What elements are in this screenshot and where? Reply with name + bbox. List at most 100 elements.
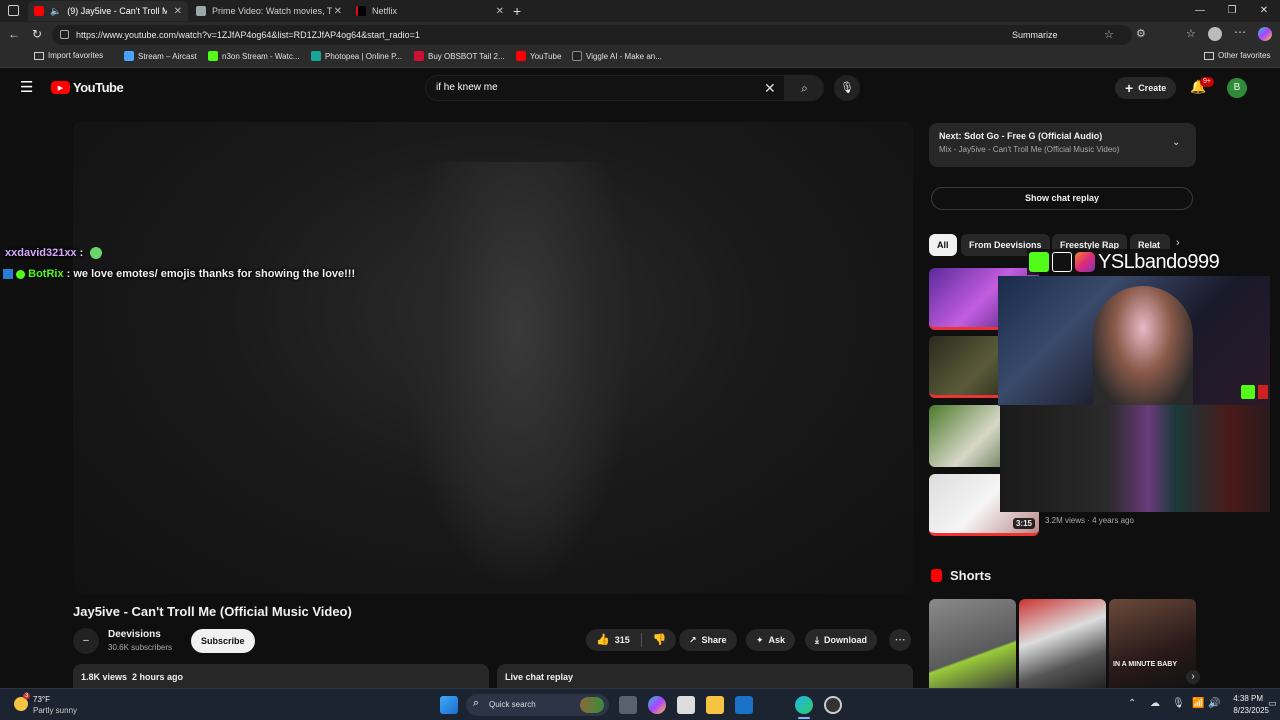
file-explorer-icon[interactable] <box>706 696 724 714</box>
thumbs-up-icon: 👍 <box>596 634 610 646</box>
bookmark-n3on[interactable]: n3on Stream - Watc... <box>208 51 300 61</box>
volume-icon[interactable]: 🔊 <box>1208 698 1220 709</box>
social-handle: YSLbando999 <box>1098 250 1220 273</box>
copilot-icon[interactable] <box>1258 27 1272 41</box>
search-input[interactable]: if he knew me <box>436 76 498 100</box>
subscriber-count: 30.6K subscribers <box>108 643 173 652</box>
favorites-icon[interactable]: ☆ <box>1186 27 1196 40</box>
channel-name[interactable]: Deevisions <box>108 629 161 640</box>
download-button[interactable]: ⤓ Download <box>805 629 877 651</box>
extensions-icon[interactable]: ⚙ <box>1136 27 1146 40</box>
clock-date[interactable]: 8/23/2025 <box>1225 706 1269 715</box>
up-next-panel[interactable]: Next: Sdot Go - Free G (Official Audio) … <box>929 123 1196 167</box>
recommended-meta: 3.2M views · 4 years ago <box>1045 516 1134 525</box>
cloud-icon[interactable]: ☁ <box>1150 698 1160 709</box>
chip-all[interactable]: All <box>929 234 957 256</box>
more-actions-icon[interactable]: ⋯ <box>889 629 911 651</box>
quick-search-box[interactable]: ⌕ Quick search <box>466 694 609 716</box>
video-player[interactable] <box>73 122 913 594</box>
post-time: 2 hours ago <box>132 672 184 682</box>
maximize-icon[interactable]: ❐ <box>1216 0 1248 22</box>
like-count: 315 <box>614 635 630 645</box>
other-favorites[interactable]: Other favorites <box>1204 51 1270 60</box>
minimize-icon[interactable]: — <box>1184 0 1216 22</box>
url-text: https://www.youtube.com/watch?v=1ZJfAP4o… <box>76 30 420 40</box>
menu-dots-icon[interactable]: ⋯ <box>1234 25 1246 39</box>
show-chat-replay-button[interactable]: Show chat replay <box>931 187 1193 210</box>
close-window-icon[interactable]: ✕ <box>1248 0 1280 22</box>
short-thumbnail[interactable]: IN A MINUTE BABY <box>1109 599 1196 688</box>
bookmark-obsbot[interactable]: Buy OBSBOT Tail 2... <box>414 51 505 61</box>
like-button[interactable]: 👍 315 👎 <box>586 629 677 651</box>
create-button[interactable]: + Create <box>1115 77 1177 99</box>
url-field[interactable]: https://www.youtube.com/watch?v=1ZJfAP4o… <box>52 25 1132 45</box>
notification-center-icon[interactable]: ▭ <box>1268 698 1277 709</box>
chat-line: xxdavid321xx : <box>5 247 103 260</box>
tray-overflow-icon[interactable]: ⌃ <box>1128 698 1136 709</box>
youtube-favicon-icon <box>34 6 44 16</box>
close-tab-icon[interactable]: ✕ <box>496 6 504 17</box>
site-info-icon[interactable] <box>60 30 69 39</box>
youtube-logo[interactable]: ▶ YouTube <box>51 80 124 95</box>
bookmark-import[interactable]: Import favorites <box>34 51 103 60</box>
chat-user: BotRix <box>28 268 64 280</box>
ask-button[interactable]: ✦ Ask <box>746 629 796 651</box>
summarize-button[interactable]: Summarize <box>1012 25 1058 45</box>
back-icon[interactable]: ← <box>8 27 20 41</box>
mic-icon[interactable]: 🎙 <box>1172 698 1185 709</box>
bookmark-viggle[interactable]: Viggle AI - Make an... <box>572 51 662 61</box>
shorts-next-icon[interactable]: › <box>1186 670 1200 684</box>
bookmark-aircast[interactable]: Stream – Aircast <box>124 51 197 61</box>
short-thumbnail[interactable] <box>929 599 1016 688</box>
new-tab-icon[interactable]: + <box>513 3 521 19</box>
youtube-play-icon: ▶ <box>51 81 70 94</box>
search-box[interactable]: if he knew me ✕ ⌕ <box>425 75 824 101</box>
task-view-icon[interactable] <box>619 696 637 714</box>
bookmark-label: n3on Stream - Watc... <box>222 51 300 61</box>
bookmark-youtube[interactable]: YouTube <box>516 51 561 61</box>
clock-time[interactable]: 4:38 PM <box>1225 694 1263 703</box>
thumbs-down-icon[interactable]: 👎 <box>653 629 667 651</box>
start-icon[interactable] <box>440 696 458 714</box>
tab-actions-icon[interactable] <box>8 5 19 16</box>
chat-separator: : <box>76 247 84 259</box>
profile-icon[interactable] <box>1208 27 1222 41</box>
tab-netflix[interactable]: Netflix ✕ <box>350 1 510 21</box>
refresh-icon[interactable]: ↻ <box>32 27 42 41</box>
live-chat-replay-bar[interactable]: Live chat replay <box>497 664 913 688</box>
search-button[interactable]: ⌕ <box>784 75 824 101</box>
chevron-down-icon[interactable]: ⌄ <box>1172 137 1180 148</box>
subscribe-button[interactable]: Subscribe <box>191 629 255 653</box>
weather-icon[interactable] <box>14 697 28 711</box>
voice-search-icon[interactable]: 🎙 <box>834 75 860 101</box>
next-subtitle: Mix - Jay5ive - Can't Troll Me (Official… <box>939 145 1120 154</box>
store-icon[interactable] <box>677 696 695 714</box>
speaker-icon[interactable]: 🔈 <box>50 6 61 17</box>
tab-youtube[interactable]: 🔈 (9) Jay5ive - Can't Troll Me ( ✕ <box>28 1 188 21</box>
kick-logo-icon <box>1241 385 1255 399</box>
close-tab-icon[interactable]: ✕ <box>334 6 342 17</box>
tab-title: Prime Video: Watch movies, TV sh <box>212 6 332 16</box>
copilot-app-icon[interactable] <box>648 696 666 714</box>
hamburger-menu-icon[interactable]: ☰ <box>20 78 33 96</box>
share-label: Share <box>701 635 727 645</box>
chevron-right-icon[interactable]: › <box>1176 237 1180 249</box>
short-thumbnail[interactable] <box>1019 599 1106 688</box>
bookmark-photopea[interactable]: Photopea | Online P... <box>311 51 402 61</box>
share-button[interactable]: ↗ Share <box>679 629 737 651</box>
browser-tab-bar: 🔈 (9) Jay5ive - Can't Troll Me ( ✕ Prime… <box>0 0 1280 22</box>
star-icon[interactable]: ☆ <box>1104 25 1114 45</box>
bookmark-label: Other favorites <box>1218 51 1271 60</box>
edge-icon[interactable] <box>795 696 813 714</box>
outlook-icon[interactable] <box>735 696 753 714</box>
obs-icon[interactable] <box>824 696 842 714</box>
tab-prime-video[interactable]: Prime Video: Watch movies, TV sh ✕ <box>190 1 348 21</box>
channel-avatar[interactable]: – <box>73 628 99 654</box>
description-box[interactable]: 1.8K views 2 hours ago <box>73 664 489 688</box>
close-tab-icon[interactable]: ✕ <box>174 6 182 17</box>
avatar[interactable]: B <box>1227 78 1247 98</box>
chat-line: BotRix : we love emotes/ emojis thanks f… <box>3 268 355 280</box>
social-handle-banner: YSLbando999 <box>1027 249 1253 275</box>
wifi-icon[interactable]: 📶 <box>1192 698 1204 709</box>
clear-search-icon[interactable]: ✕ <box>764 80 776 97</box>
